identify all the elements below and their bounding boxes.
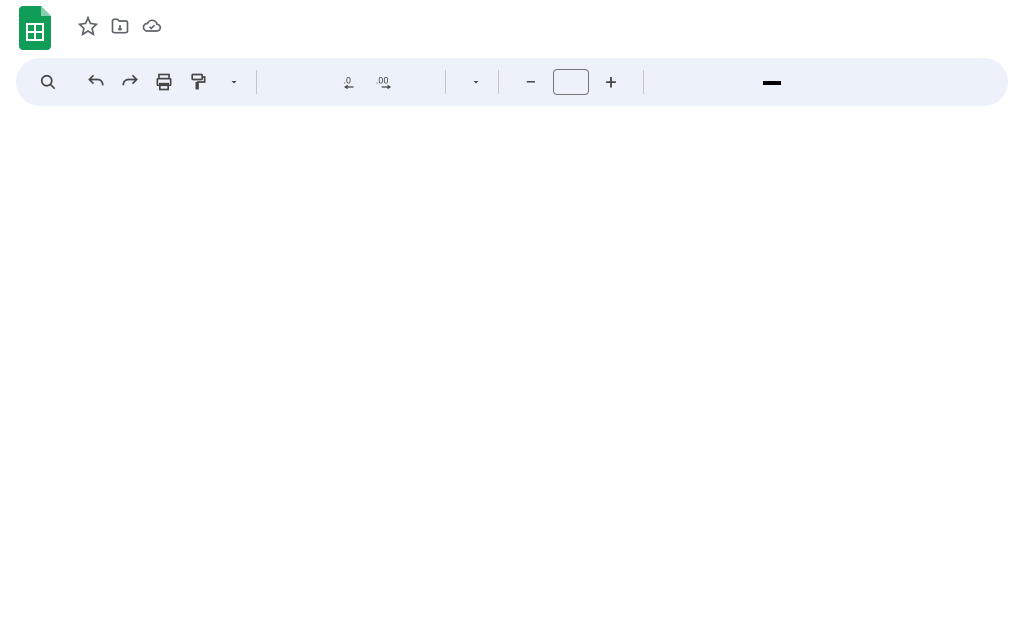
font-size-input[interactable] <box>553 69 589 95</box>
search-icon[interactable] <box>32 66 64 98</box>
increase-decimal-button[interactable]: .00 <box>369 66 401 98</box>
toolbar: .0 .00 − + <box>16 58 1008 106</box>
bold-button[interactable] <box>654 66 686 98</box>
font-size-increase[interactable]: + <box>595 66 627 98</box>
cloud-icon[interactable] <box>142 16 162 36</box>
currency-button[interactable] <box>267 66 299 98</box>
svg-text:.00: .00 <box>376 77 389 87</box>
number-format-button[interactable] <box>403 66 435 98</box>
move-icon[interactable] <box>110 16 130 36</box>
decrease-decimal-button[interactable]: .0 <box>335 66 367 98</box>
strikethrough-button[interactable] <box>722 66 754 98</box>
percent-button[interactable] <box>301 66 333 98</box>
sheets-logo[interactable] <box>16 8 56 48</box>
menubar <box>66 38 178 40</box>
redo-icon[interactable] <box>114 66 146 98</box>
paint-format-icon[interactable] <box>182 66 214 98</box>
text-color-button[interactable] <box>756 66 788 98</box>
undo-icon[interactable] <box>80 66 112 98</box>
font-select[interactable] <box>462 76 482 88</box>
star-icon[interactable] <box>78 16 98 36</box>
chevron-down-icon <box>470 76 482 88</box>
chevron-down-icon <box>228 76 240 88</box>
italic-button[interactable] <box>688 66 720 98</box>
print-icon[interactable] <box>148 66 180 98</box>
font-size-control: − + <box>515 66 627 98</box>
font-size-decrease[interactable]: − <box>515 66 547 98</box>
zoom-select[interactable] <box>222 76 240 88</box>
